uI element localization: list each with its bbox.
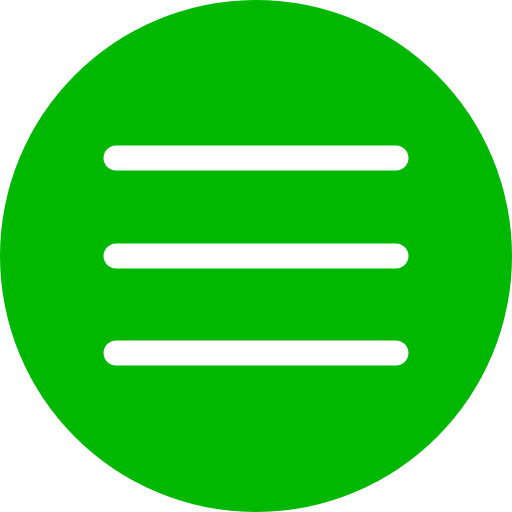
menu-button[interactable] (0, 0, 512, 512)
app-canvas (0, 0, 512, 512)
hamburger-menu-icon (0, 0, 512, 512)
